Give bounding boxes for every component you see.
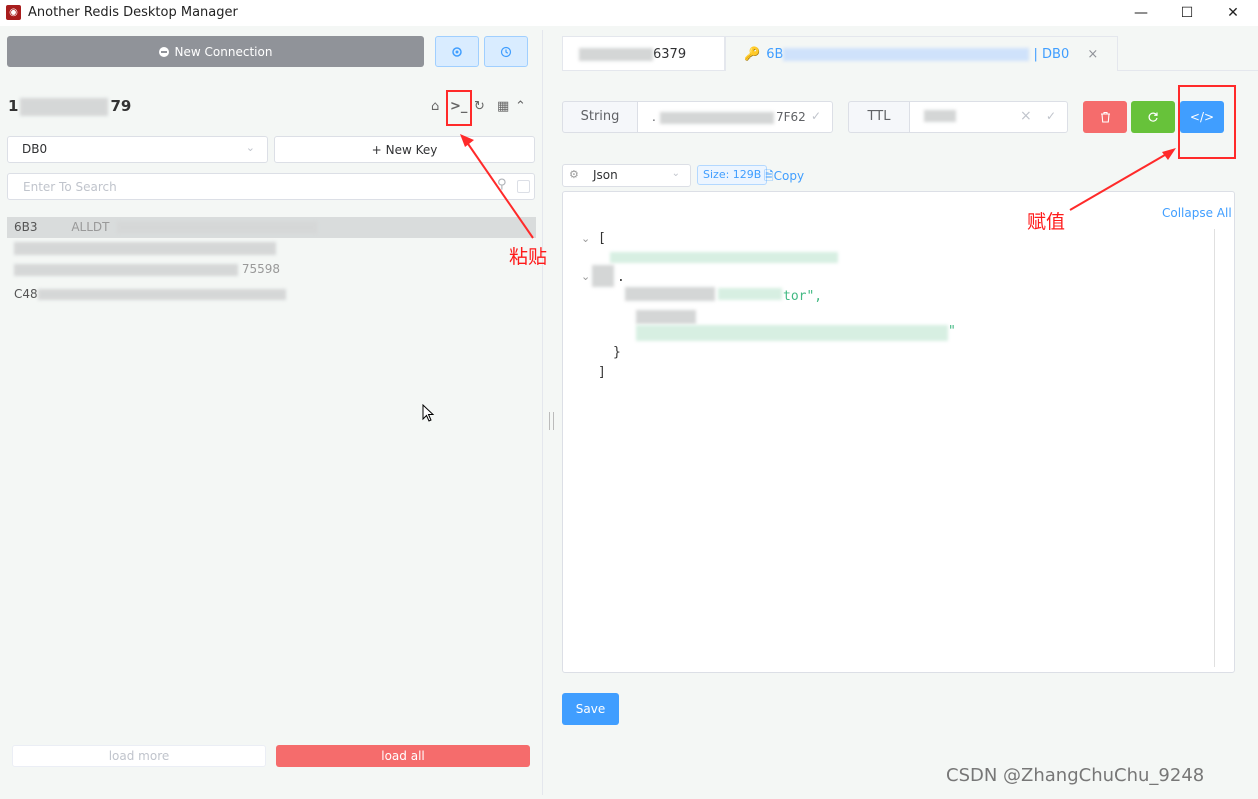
redacted-json-line [610, 252, 838, 263]
new-connection-button[interactable]: New Connection [7, 36, 424, 67]
tab-key-prefix: 6B [766, 47, 784, 62]
plus-icon: + [371, 142, 382, 157]
json-line-4: " [948, 324, 956, 339]
resize-handle[interactable] [549, 412, 554, 430]
tab-border [1118, 70, 1258, 71]
json-close-brace: } [613, 345, 621, 360]
db-select[interactable]: DB0 ⌄ [7, 136, 268, 163]
chevron-down-icon: ⌄ [245, 141, 255, 154]
grid-icon[interactable]: ▦ [497, 99, 509, 114]
key-suffix: 75598 [241, 262, 281, 276]
refresh-icon [1148, 112, 1158, 122]
new-key-label: New Key [385, 142, 438, 157]
collapse-icon[interactable]: ⌃ [515, 99, 526, 114]
refresh-key-button[interactable] [1131, 101, 1175, 133]
confirm-rename-icon[interactable]: ✓ [811, 109, 821, 123]
redacted-tab-text [579, 48, 653, 61]
tab-label: 6379 [653, 47, 687, 62]
clock-icon [500, 46, 512, 57]
db-select-value: DB0 [22, 142, 48, 156]
copy-label: Copy [773, 169, 805, 183]
redacted-tab-text [783, 48, 1030, 61]
redacted-json-value [636, 325, 948, 341]
tab-db-label: | DB0 [1033, 47, 1070, 62]
minus-circle-icon [158, 46, 169, 57]
redacted-key [14, 263, 238, 276]
load-all-button[interactable]: load all [276, 745, 530, 767]
editor-scrollbar[interactable] [1214, 229, 1215, 667]
home-icon[interactable]: ⌂ [431, 99, 439, 114]
minimize-button[interactable]: — [1118, 2, 1164, 24]
key-icon: 🔑 [744, 47, 761, 62]
redacted-json-key [636, 310, 696, 324]
annotation-arrow-assign [1069, 148, 1176, 211]
format-select[interactable]: ⚙ Json ⌄ [562, 164, 691, 187]
redacted-key-name [660, 112, 774, 124]
mouse-cursor-icon [422, 404, 435, 422]
confirm-ttl-icon[interactable]: ✓ [1046, 109, 1056, 123]
document-icon: 🗎 [764, 169, 774, 183]
redis-app-icon: ◉ [6, 5, 21, 20]
key-name-suffix: 7F62 [776, 110, 806, 124]
json-line-2: . [617, 270, 625, 285]
clear-ttl-icon[interactable]: × [1020, 108, 1032, 124]
window-title: Another Redis Desktop Manager [28, 5, 238, 20]
key-name-prefix: . [652, 110, 656, 124]
tab-key-detail[interactable]: 🔑 6B | DB0 × [725, 36, 1118, 71]
maximize-button[interactable]: ☐ [1164, 2, 1210, 24]
key-middle: ALLDT [71, 220, 110, 234]
status-icon [452, 46, 462, 57]
watermark: CSDN @ZhangChuChu_9248 [946, 765, 1205, 786]
save-button[interactable]: Save [562, 693, 619, 725]
status-button[interactable] [435, 36, 479, 67]
format-select-value: Json [593, 168, 618, 182]
ttl-label: TTL [848, 101, 910, 133]
json-line-3: tor", [783, 289, 823, 304]
redacted-json-line [592, 265, 614, 287]
close-window-button[interactable]: ✕ [1210, 2, 1256, 24]
json-open-bracket: [ [598, 231, 606, 246]
redacted-key [117, 222, 318, 233]
refresh-icon[interactable]: ↻ [474, 99, 485, 114]
connection-name[interactable]: 1 79 [8, 97, 131, 116]
chevron-down-icon: ⌄ [671, 168, 680, 179]
redacted-json-value [718, 288, 782, 300]
load-more-button[interactable]: load more [12, 745, 266, 767]
redacted-key [14, 242, 276, 255]
annotation-assign-label: 赋值 [1027, 211, 1066, 233]
connection-name-suffix: 79 [110, 97, 132, 115]
delete-key-button[interactable] [1083, 101, 1127, 133]
json-viewer[interactable] [562, 191, 1235, 673]
size-badge: Size: 129B [697, 165, 768, 185]
key-prefix: C48 [14, 287, 38, 301]
redacted-json-key [625, 287, 715, 301]
redacted-host [20, 97, 109, 116]
ttl-input[interactable]: × ✓ [909, 101, 1068, 133]
json-close-bracket: ] [598, 365, 606, 380]
chevron-down-icon[interactable]: ⌄ [581, 232, 590, 245]
key-list-item[interactable]: C48 [7, 284, 536, 305]
key-type-label: String [562, 101, 638, 133]
redacted-ttl [924, 110, 956, 122]
redacted-key [37, 289, 286, 300]
trash-icon [1100, 111, 1110, 123]
key-prefix: 6B3 [14, 220, 38, 234]
copy-button[interactable]: 🗎Copy [764, 167, 804, 188]
history-button[interactable] [484, 36, 528, 67]
tree-icon: ⚙ [569, 168, 579, 181]
annotation-paste-label: 粘贴 [509, 246, 548, 268]
annotation-arrow-paste [460, 134, 534, 239]
new-connection-label: New Connection [174, 44, 273, 59]
key-list-item[interactable]: 75598 [7, 259, 536, 280]
tab-connection[interactable]: 6379 [562, 36, 725, 71]
key-name-input[interactable]: . 7F62 ✓ [637, 101, 833, 133]
close-tab-icon[interactable]: × [1087, 47, 1098, 62]
connection-name-prefix: 1 [8, 97, 19, 115]
chevron-down-icon[interactable]: ⌄ [581, 270, 590, 283]
